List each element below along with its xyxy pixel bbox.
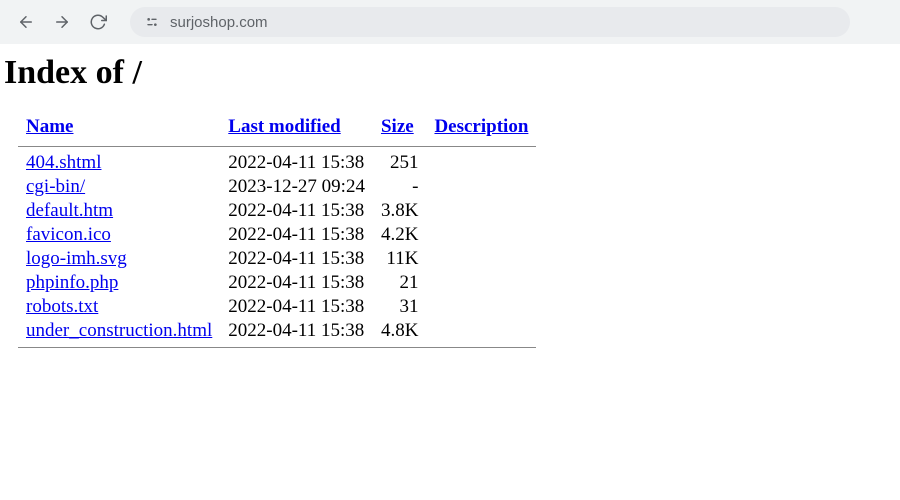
address-bar[interactable]: surjoshop.com [130, 7, 850, 37]
file-link[interactable]: logo-imh.svg [26, 248, 127, 269]
forward-button[interactable] [48, 8, 76, 36]
table-row: logo-imh.svg 2022-04-11 15:3811K [18, 247, 536, 271]
file-modified: 2022-04-11 15:38 [220, 151, 373, 175]
table-row: favicon.ico 2022-04-11 15:384.2K [18, 223, 536, 247]
file-size: 4.2K [373, 223, 426, 247]
file-link[interactable]: phpinfo.php [26, 272, 118, 293]
table-row: 404.shtml 2022-04-11 15:38251 [18, 151, 536, 175]
reload-icon [89, 13, 107, 31]
table-row: default.htm 2022-04-11 15:383.8K [18, 199, 536, 223]
file-description [426, 271, 536, 295]
directory-listing: Name Last modified Size Description 404.… [18, 112, 536, 352]
file-size: 3.8K [373, 199, 426, 223]
file-link[interactable]: cgi-bin/ [26, 176, 85, 197]
file-link[interactable]: default.htm [26, 200, 113, 221]
file-description [426, 175, 536, 199]
file-modified: 2022-04-11 15:38 [220, 319, 373, 343]
site-settings-icon[interactable] [144, 14, 160, 30]
table-row: phpinfo.php 2022-04-11 15:3821 [18, 271, 536, 295]
file-description [426, 319, 536, 343]
file-size: 4.8K [373, 319, 426, 343]
file-description [426, 295, 536, 319]
file-link[interactable]: robots.txt [26, 296, 98, 317]
file-modified: 2022-04-11 15:38 [220, 295, 373, 319]
file-link[interactable]: under_construction.html [26, 320, 212, 341]
file-description [426, 223, 536, 247]
page-title: Index of / [4, 54, 896, 92]
sort-description-link[interactable]: Description [434, 116, 528, 137]
file-modified: 2022-04-11 15:38 [220, 223, 373, 247]
arrow-left-icon [17, 13, 35, 31]
divider [18, 347, 536, 348]
file-description [426, 247, 536, 271]
header-row: Name Last modified Size Description [18, 112, 536, 142]
file-size: 31 [373, 295, 426, 319]
back-button[interactable] [12, 8, 40, 36]
table-row: cgi-bin/2023-12-27 09:24- [18, 175, 536, 199]
file-size: 21 [373, 271, 426, 295]
file-size: 11K [373, 247, 426, 271]
table-row: under_construction.html 2022-04-11 15:384… [18, 319, 536, 343]
file-modified: 2022-04-11 15:38 [220, 247, 373, 271]
file-modified: 2023-12-27 09:24 [220, 175, 373, 199]
file-modified: 2022-04-11 15:38 [220, 199, 373, 223]
page-content: Index of / Name Last modified Size Descr… [0, 44, 900, 362]
arrow-right-icon [53, 13, 71, 31]
file-size: 251 [373, 151, 426, 175]
file-description [426, 151, 536, 175]
reload-button[interactable] [84, 8, 112, 36]
url-text: surjoshop.com [170, 14, 268, 31]
table-row: robots.txt 2022-04-11 15:3831 [18, 295, 536, 319]
file-size: - [373, 175, 426, 199]
file-link[interactable]: favicon.ico [26, 224, 111, 245]
file-link[interactable]: 404.shtml [26, 152, 101, 173]
browser-toolbar: surjoshop.com [0, 0, 900, 44]
sort-name-link[interactable]: Name [26, 116, 73, 137]
divider [18, 146, 536, 147]
file-description [426, 199, 536, 223]
sort-modified-link[interactable]: Last modified [228, 116, 340, 137]
file-modified: 2022-04-11 15:38 [220, 271, 373, 295]
sort-size-link[interactable]: Size [381, 116, 414, 137]
